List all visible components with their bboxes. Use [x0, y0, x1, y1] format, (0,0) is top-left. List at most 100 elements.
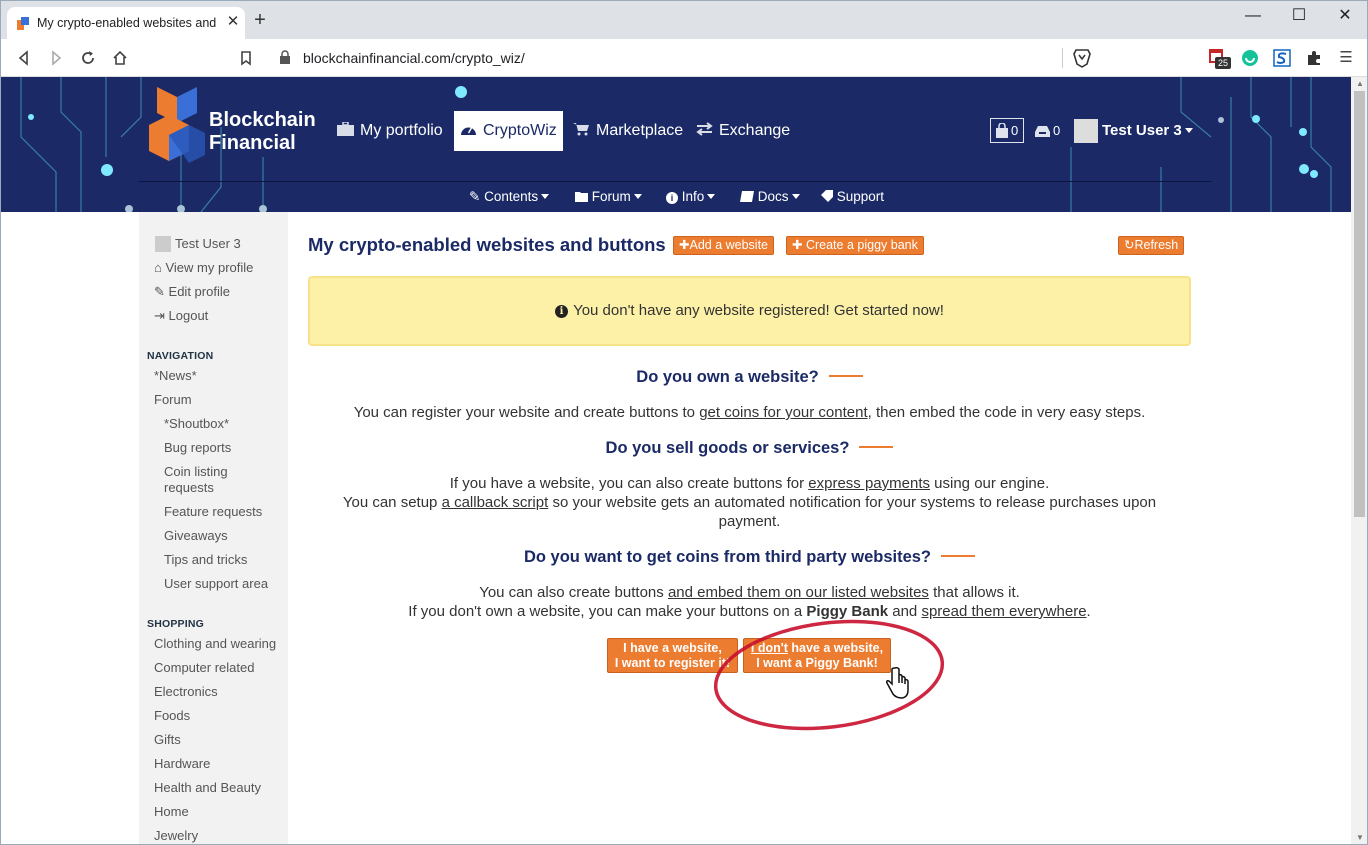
- sidebar-item-coin-listing[interactable]: Coin listing: [164, 464, 228, 479]
- menu-icon[interactable]: ☰: [1335, 47, 1357, 69]
- avatar: [155, 236, 171, 252]
- sidebar-item-news[interactable]: *News*: [154, 368, 197, 383]
- calendar-extension-icon[interactable]: 25: [1209, 49, 1231, 69]
- header-divider: [139, 181, 1212, 182]
- shopping-heading: SHOPPING: [147, 618, 205, 630]
- user-menu[interactable]: Test User 3: [1074, 118, 1193, 144]
- reload-icon[interactable]: [77, 47, 99, 69]
- grammar-extension-icon[interactable]: [1241, 49, 1259, 67]
- subnav-docs[interactable]: Docs: [740, 187, 800, 207]
- maximize-button[interactable]: ☐: [1277, 5, 1321, 29]
- browser-tab[interactable]: My crypto-enabled websites and ✕: [7, 7, 245, 39]
- subnav-contents[interactable]: ✎ Contents: [469, 187, 550, 207]
- heading-text: Do you own a website?: [636, 368, 819, 386]
- sidebar-item-computer[interactable]: Computer related: [154, 660, 254, 675]
- back-icon[interactable]: [13, 47, 35, 69]
- nav-cryptowiz[interactable]: CryptoWiz: [454, 111, 563, 151]
- site-logo[interactable]: Blockchain Financial: [147, 85, 323, 169]
- address-bar[interactable]: blockchainfinancial.com/crypto_wiz/: [269, 44, 1101, 72]
- nav-exchange[interactable]: Exchange: [690, 111, 796, 151]
- nav-label: Marketplace: [596, 122, 684, 139]
- sidebar-item-foods[interactable]: Foods: [154, 708, 190, 723]
- refresh-button[interactable]: ↻Refresh: [1118, 236, 1185, 255]
- sidebar-item-electronics[interactable]: Electronics: [154, 684, 218, 699]
- site-header: Blockchain Financial My portfolio Crypto…: [1, 77, 1351, 212]
- vertical-scrollbar[interactable]: ▲ ▼: [1351, 77, 1367, 844]
- sidebar-user-name: Test User 3: [175, 236, 241, 251]
- sidebar-item-coin-listing-line2[interactable]: requests: [164, 480, 214, 495]
- cart-button[interactable]: 0: [990, 118, 1024, 143]
- heading-underline: [941, 555, 976, 557]
- subnav-forum[interactable]: Forum: [575, 187, 642, 207]
- omnibox-divider: [1062, 48, 1063, 68]
- avatar: [1074, 119, 1098, 143]
- callback-script-link[interactable]: a callback script: [442, 494, 549, 511]
- new-tab-button[interactable]: +: [251, 10, 269, 30]
- sidebar-edit-profile[interactable]: ✎ Edit profile: [154, 284, 230, 300]
- alert-message: You don't have any website registered! G…: [573, 302, 944, 319]
- close-window-button[interactable]: ✕: [1323, 5, 1367, 29]
- sidebar-item-jewelry[interactable]: Jewelry: [154, 828, 198, 843]
- sidebar-item-health[interactable]: Health and Beauty: [154, 780, 261, 795]
- hand-cursor-icon: [886, 667, 909, 699]
- sidebar-link-label: Edit profile: [168, 284, 230, 299]
- paragraph-express-payments: If you have a website, you can also crea…: [308, 474, 1191, 493]
- brave-shield-icon[interactable]: [1073, 48, 1091, 68]
- bookmark-icon[interactable]: [235, 47, 257, 69]
- minimize-button[interactable]: —: [1231, 5, 1275, 29]
- dashboard-icon: [461, 126, 476, 135]
- express-payments-link[interactable]: express payments: [808, 475, 930, 492]
- navigation-heading: NAVIGATION: [147, 350, 214, 362]
- section-heading-own-website: Do you own a website?: [308, 368, 1191, 387]
- sidebar-logout[interactable]: ⇥ Logout: [154, 308, 208, 324]
- sidebar-user[interactable]: Test User 3: [155, 236, 241, 253]
- inbox-button[interactable]: 0: [1035, 121, 1060, 141]
- home-icon: ⌂: [154, 260, 162, 275]
- exchange-arrows-icon: [696, 122, 713, 136]
- sidebar-item-giveaways[interactable]: Giveaways: [164, 528, 228, 543]
- subnav-info[interactable]: i Info: [666, 187, 716, 207]
- sidebar-item-user-support[interactable]: User support area: [164, 576, 268, 591]
- scroll-up-icon[interactable]: ▲: [1355, 79, 1365, 89]
- inbox-count: 0: [1053, 123, 1061, 138]
- sidebar-item-gifts[interactable]: Gifts: [154, 732, 181, 747]
- book-icon: [740, 191, 754, 202]
- cart-count: 0: [1011, 123, 1019, 138]
- get-coins-link[interactable]: get coins for your content: [699, 404, 867, 421]
- site-favicon-icon: [17, 17, 29, 30]
- nav-marketplace[interactable]: Marketplace: [567, 111, 689, 151]
- sidebar-item-hardware[interactable]: Hardware: [154, 756, 210, 771]
- subnav-label: Support: [836, 189, 885, 204]
- sidebar-item-home[interactable]: Home: [154, 804, 189, 819]
- sidebar-item-shoutbox[interactable]: *Shoutbox*: [164, 416, 229, 431]
- browser-toolbar: blockchainfinancial.com/crypto_wiz/ 25 ☰: [1, 39, 1367, 77]
- tab-close-icon[interactable]: ✕: [225, 13, 241, 31]
- subnav-label: Contents: [484, 189, 539, 204]
- extensions-puzzle-icon[interactable]: [1305, 49, 1323, 67]
- inbox-icon: [1035, 126, 1050, 137]
- button-label: Add a website: [689, 238, 769, 252]
- sidebar-item-clothing[interactable]: Clothing and wearing: [154, 636, 276, 651]
- scroll-thumb[interactable]: [1354, 91, 1365, 517]
- forward-icon[interactable]: [45, 47, 67, 69]
- button-label: Create a piggy bank: [805, 238, 918, 252]
- home-icon[interactable]: [109, 47, 131, 69]
- add-website-button[interactable]: ✚Add a website: [673, 236, 775, 255]
- sidebar-item-forum[interactable]: Forum: [154, 392, 192, 407]
- s-extension-icon[interactable]: [1273, 49, 1291, 67]
- logo-mark-icon: [149, 87, 205, 163]
- create-piggy-bank-button[interactable]: ✚ Create a piggy bank: [786, 236, 924, 255]
- paragraph-own-website: You can register your website and create…: [308, 403, 1191, 422]
- sidebar-view-profile[interactable]: ⌂ View my profile: [154, 260, 253, 275]
- sidebar-item-feature-requests[interactable]: Feature requests: [164, 504, 262, 519]
- sidebar-item-tips[interactable]: Tips and tricks: [164, 552, 247, 567]
- scroll-down-icon[interactable]: ▼: [1355, 833, 1365, 843]
- text: so your website gets an automated notifi…: [548, 494, 1157, 530]
- listed-websites-link[interactable]: and embed them on our listed websites: [668, 584, 929, 601]
- text: using our engine.: [930, 475, 1050, 492]
- subnav-support[interactable]: Support: [821, 187, 884, 207]
- sidebar-item-bug-reports[interactable]: Bug reports: [164, 440, 231, 455]
- subnav-label: Info: [681, 189, 705, 204]
- chevron-down-icon: [707, 194, 716, 199]
- nav-my-portfolio[interactable]: My portfolio: [331, 111, 449, 151]
